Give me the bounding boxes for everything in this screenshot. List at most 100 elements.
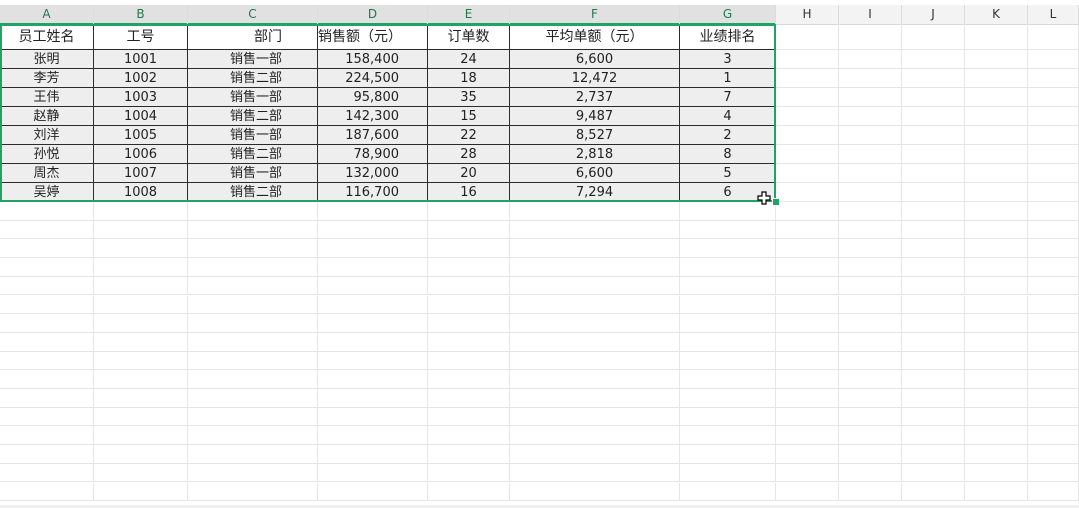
empty-cell[interactable] (188, 463, 318, 483)
empty-cell[interactable] (902, 389, 965, 408)
empty-cell[interactable] (839, 407, 902, 427)
data-cell-g[interactable]: 4 (680, 107, 776, 126)
empty-cell[interactable] (188, 445, 318, 464)
empty-cell[interactable] (428, 389, 510, 408)
empty-cell[interactable] (1028, 351, 1079, 371)
empty-cell[interactable] (839, 445, 902, 464)
empty-cell[interactable] (776, 314, 839, 333)
empty-cell[interactable] (776, 145, 839, 164)
empty-cell[interactable] (902, 50, 965, 69)
empty-cell[interactable] (839, 164, 902, 183)
empty-cell[interactable] (965, 407, 1028, 427)
data-cell-g[interactable]: 7 (680, 88, 776, 107)
empty-cell[interactable] (1028, 107, 1079, 126)
empty-cell[interactable] (776, 126, 839, 145)
empty-cell[interactable] (965, 126, 1028, 145)
empty-cell[interactable] (776, 239, 839, 259)
empty-cell[interactable] (510, 202, 680, 221)
empty-cell[interactable] (188, 332, 318, 352)
empty-cell[interactable] (188, 351, 318, 371)
empty-cell[interactable] (965, 295, 1028, 315)
data-cell-c[interactable]: 销售一部 (188, 50, 318, 69)
empty-cell[interactable] (680, 389, 776, 408)
empty-cell[interactable] (680, 276, 776, 296)
empty-cell[interactable] (776, 295, 839, 315)
data-cell-e[interactable]: 20 (428, 164, 510, 183)
empty-cell[interactable] (318, 332, 428, 352)
empty-cell[interactable] (965, 164, 1028, 183)
data-cell-c[interactable]: 销售一部 (188, 126, 318, 145)
empty-cell[interactable] (776, 50, 839, 69)
empty-cell[interactable] (965, 314, 1028, 333)
data-cell-d[interactable]: 158,400 (318, 50, 428, 69)
data-cell-c[interactable]: 销售二部 (188, 183, 318, 202)
empty-cell[interactable] (428, 314, 510, 333)
data-cell-e[interactable]: 18 (428, 69, 510, 88)
empty-cell[interactable] (1028, 50, 1079, 69)
empty-cell[interactable] (510, 314, 680, 333)
empty-cell[interactable] (188, 389, 318, 408)
empty-cell[interactable] (1028, 69, 1079, 88)
header-cell-a[interactable]: 员工姓名 (0, 24, 94, 50)
empty-cell[interactable] (318, 220, 428, 240)
empty-cell[interactable] (839, 426, 902, 446)
data-cell-f[interactable]: 7,294 (510, 183, 680, 202)
empty-cell[interactable] (839, 202, 902, 221)
data-cell-f[interactable]: 2,818 (510, 145, 680, 164)
empty-cell[interactable] (839, 24, 902, 50)
empty-cell[interactable] (776, 24, 839, 50)
empty-cell[interactable] (776, 351, 839, 371)
empty-cell[interactable] (94, 295, 188, 315)
empty-cell[interactable] (902, 202, 965, 221)
empty-cell[interactable] (902, 351, 965, 371)
data-cell-f[interactable]: 6,600 (510, 164, 680, 183)
empty-cell[interactable] (318, 426, 428, 446)
data-cell-g[interactable]: 8 (680, 145, 776, 164)
empty-cell[interactable] (776, 426, 839, 446)
empty-cell[interactable] (188, 220, 318, 240)
empty-cell[interactable] (680, 239, 776, 259)
empty-cell[interactable] (428, 295, 510, 315)
empty-cell[interactable] (1028, 164, 1079, 183)
empty-cell[interactable] (776, 202, 839, 221)
empty-cell[interactable] (839, 88, 902, 107)
empty-cell[interactable] (510, 389, 680, 408)
empty-cell[interactable] (1028, 295, 1079, 315)
empty-cell[interactable] (318, 389, 428, 408)
empty-cell[interactable] (680, 445, 776, 464)
empty-cell[interactable] (965, 69, 1028, 88)
empty-cell[interactable] (1028, 332, 1079, 352)
empty-cell[interactable] (0, 314, 94, 333)
spreadsheet[interactable]: ABCDEFGHIJKL 员工姓名 工号 部门 销售额（元） 订单数 平均单额（元） 业绩排… (0, 0, 1079, 508)
empty-cell[interactable] (776, 276, 839, 296)
empty-cell[interactable] (965, 107, 1028, 126)
empty-cell[interactable] (1028, 126, 1079, 145)
data-cell-c[interactable]: 销售一部 (188, 164, 318, 183)
empty-cell[interactable] (776, 445, 839, 464)
data-cell-f[interactable]: 9,487 (510, 107, 680, 126)
data-cell-a[interactable]: 刘洋 (0, 126, 94, 145)
data-cell-a[interactable]: 周杰 (0, 164, 94, 183)
empty-cell[interactable] (965, 389, 1028, 408)
empty-cell[interactable] (1028, 258, 1079, 277)
data-cell-g[interactable]: 2 (680, 126, 776, 145)
header-cell-c[interactable]: 部门 (188, 24, 318, 50)
empty-cell[interactable] (965, 445, 1028, 464)
empty-cell[interactable] (318, 276, 428, 296)
empty-cell[interactable] (839, 295, 902, 315)
empty-cell[interactable] (776, 463, 839, 483)
empty-cell[interactable] (902, 24, 965, 50)
empty-cell[interactable] (776, 407, 839, 427)
empty-cell[interactable] (318, 407, 428, 427)
empty-cell[interactable] (0, 239, 94, 259)
empty-cell[interactable] (965, 239, 1028, 259)
empty-cell[interactable] (776, 183, 839, 202)
empty-cell[interactable] (188, 258, 318, 277)
empty-cell[interactable] (510, 295, 680, 315)
empty-cell[interactable] (839, 276, 902, 296)
empty-cell[interactable] (965, 220, 1028, 240)
data-cell-b[interactable]: 1007 (94, 164, 188, 183)
data-cell-a[interactable]: 赵静 (0, 107, 94, 126)
empty-cell[interactable] (776, 389, 839, 408)
empty-cell[interactable] (680, 295, 776, 315)
